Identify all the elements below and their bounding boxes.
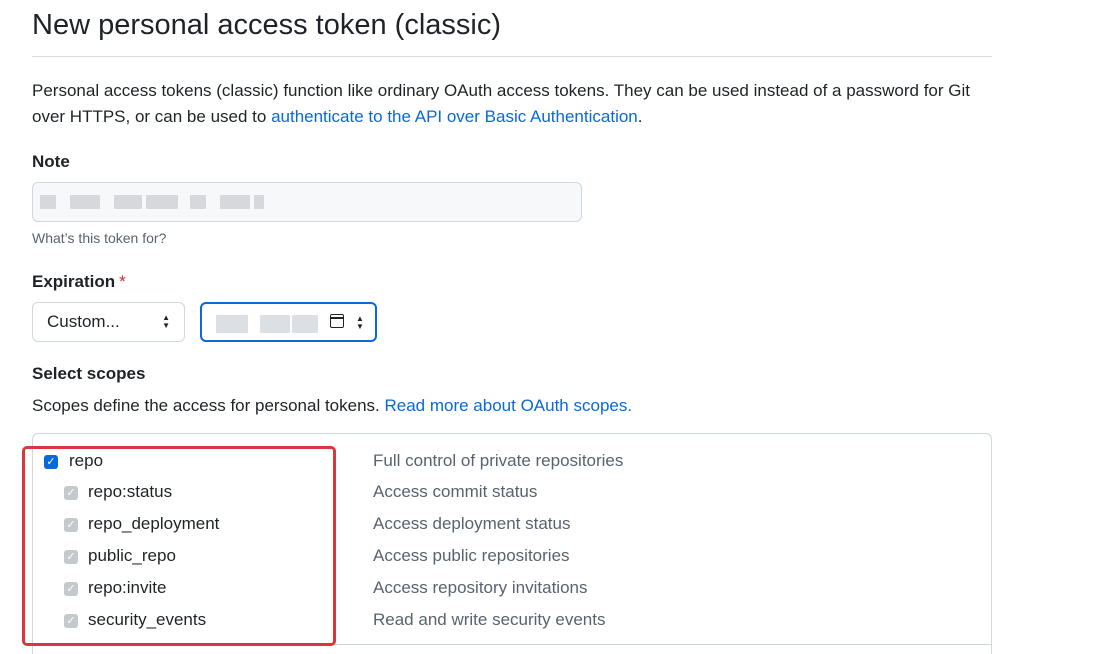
scope-name: repo (69, 451, 104, 470)
scope-checkbox-security-events[interactable]: ✓ (64, 614, 78, 628)
scope-checkbox-repo-status[interactable]: ✓ (64, 486, 78, 500)
required-mark: * (119, 272, 126, 291)
scopes-group-divider (33, 644, 991, 645)
scope-description: Access commit status (373, 482, 538, 501)
basic-auth-link[interactable]: authenticate to the API over Basic Authe… (271, 107, 638, 126)
scope-description: Access repository invitations (373, 578, 588, 597)
expiration-label-text: Expiration (32, 272, 116, 291)
note-label: Note (32, 152, 70, 171)
redacted-note-text (190, 195, 206, 209)
scope-name: security_events (88, 610, 207, 629)
scope-row-repo-invite: ✓ repo:invite Access repository invitati… (33, 575, 993, 603)
scope-description: Read and write security events (373, 610, 606, 629)
scopes-description-text: Scopes define the access for personal to… (32, 396, 385, 415)
scope-row-repo-status: ✓ repo:status Access commit status (33, 479, 993, 507)
new-token-page: New personal access token (classic) Pers… (0, 0, 1116, 654)
description-suffix: . (637, 107, 643, 126)
scope-checkbox-repo[interactable]: ✓ (44, 455, 58, 469)
scopes-list: ✓ repo Full control of private repositor… (32, 433, 992, 654)
redacted-note-text (220, 195, 250, 209)
expiration-label: Expiration * (32, 272, 126, 292)
scope-checkbox-public-repo[interactable]: ✓ (64, 550, 78, 564)
scope-name: repo:invite (88, 578, 167, 597)
scope-row-security-events: ✓ security_events Read and write securit… (33, 607, 993, 635)
oauth-scopes-link[interactable]: Read more about OAuth scopes. (384, 396, 632, 415)
redacted-note-text (254, 195, 264, 209)
scope-checkbox-repo-deployment[interactable]: ✓ (64, 518, 78, 532)
scope-checkbox-repo-invite[interactable]: ✓ (64, 582, 78, 596)
scope-name: public_repo (88, 546, 176, 565)
calendar-icon[interactable] (330, 314, 344, 328)
redacted-note-text (146, 195, 178, 209)
expiration-select[interactable]: Custom... ▲ ▼ (32, 302, 185, 342)
expiration-selected-value: Custom... (47, 312, 120, 331)
redacted-date-text (292, 315, 318, 333)
redacted-note-text (70, 195, 100, 209)
scope-row-public-repo: ✓ public_repo Access public repositories (33, 543, 993, 571)
scope-description: Full control of private repositories (373, 451, 624, 470)
page-description: Personal access tokens (classic) functio… (32, 78, 992, 130)
redacted-note-text (114, 195, 142, 209)
scopes-description: Scopes define the access for personal to… (32, 396, 632, 416)
scope-description: Access deployment status (373, 514, 571, 533)
page-title: New personal access token (classic) (32, 9, 502, 41)
note-hint: What’s this token for? (32, 230, 167, 246)
redacted-note-text (40, 195, 56, 209)
scope-description: Access public repositories (373, 546, 570, 565)
select-arrows-icon: ▲ ▼ (162, 313, 170, 330)
scope-row-repo: ✓ repo Full control of private repositor… (33, 448, 993, 476)
select-scopes-heading: Select scopes (32, 364, 146, 383)
date-spinner-icon[interactable]: ▲ ▼ (356, 315, 364, 331)
redacted-date-text (260, 315, 290, 333)
scope-name: repo:status (88, 482, 173, 501)
expiration-date-input[interactable]: ▲ ▼ (200, 302, 377, 342)
title-divider (32, 56, 992, 57)
scope-row-repo-deployment: ✓ repo_deployment Access deployment stat… (33, 511, 993, 539)
redacted-date-text (216, 315, 248, 333)
scope-name: repo_deployment (88, 514, 220, 533)
